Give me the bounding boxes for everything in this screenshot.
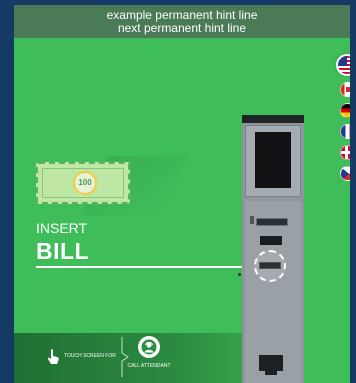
pointer-line — [36, 266, 242, 268]
hand-pointer-icon — [47, 349, 59, 364]
call-attendant-label: CALL ATTENDANT — [127, 363, 171, 369]
kiosk-screen[interactable]: 100 INSERT BILL TOUCH SCREEN FOR CALL AT… — [14, 38, 350, 383]
banknote-denomination: 100 — [73, 171, 97, 195]
insert-label: INSERT — [36, 220, 88, 236]
germany-flag-icon[interactable] — [340, 103, 350, 118]
hint-bar: example permanent hint line next permane… — [14, 5, 350, 38]
kiosk-machine-illustration — [238, 123, 304, 383]
touch-screen-label: TOUCH SCREEN FOR — [64, 353, 116, 359]
kiosk-display — [255, 132, 291, 188]
banknote-graphic: 100 — [36, 162, 130, 204]
kiosk-head — [245, 125, 301, 197]
chevron-divider — [121, 337, 129, 377]
czech-flag-icon[interactable] — [340, 166, 350, 181]
language-selector — [336, 54, 350, 187]
bill-label: BILL — [36, 238, 90, 264]
app-frame: example permanent hint line next permane… — [0, 0, 356, 383]
dispenser-tray — [259, 355, 283, 375]
touch-hint: TOUCH SCREEN FOR — [34, 347, 130, 367]
denmark-flag-icon[interactable] — [340, 145, 350, 160]
canada-flag-icon[interactable] — [340, 82, 350, 97]
footer-bar: TOUCH SCREEN FOR CALL ATTENDANT — [14, 333, 242, 383]
bill-slot — [259, 262, 281, 269]
kiosk-sensor — [250, 216, 254, 224]
attendant-icon — [141, 339, 157, 355]
receipt-slot — [260, 236, 282, 245]
kiosk-bolt — [238, 273, 241, 276]
hint-line-2: next permanent hint line — [117, 21, 247, 35]
france-flag-icon[interactable] — [340, 124, 350, 139]
card-slot — [256, 218, 288, 226]
call-attendant-button[interactable] — [138, 336, 160, 358]
us-flag-icon[interactable] — [336, 54, 350, 76]
